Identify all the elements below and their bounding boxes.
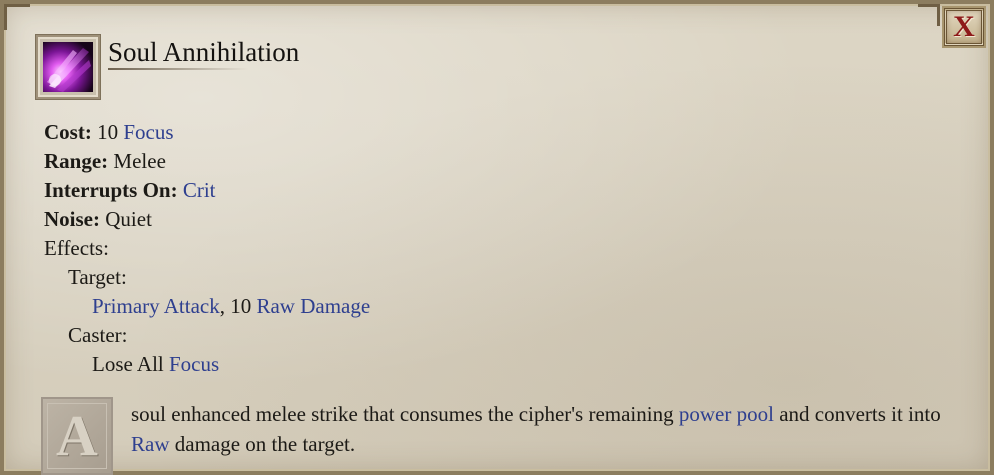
cost-label: Cost: <box>44 120 92 144</box>
description-text: and converts it into <box>773 402 941 426</box>
ability-stats: Cost: 10 Focus Range: Melee Interrupts O… <box>44 118 370 379</box>
raw-damage-link[interactable]: Raw Damage <box>256 294 370 318</box>
range-value: Melee <box>113 149 166 173</box>
ability-icon-frame <box>36 35 100 99</box>
corner-ornament <box>918 4 940 26</box>
interrupts-label: Interrupts On: <box>44 178 178 202</box>
effects-label: Effects: <box>44 236 109 260</box>
ability-description: soul enhanced melee strike that consumes… <box>131 399 951 459</box>
focus-link[interactable]: Focus <box>123 120 173 144</box>
close-button[interactable]: X <box>944 8 984 46</box>
caster-effect: Lose All Focus <box>44 350 370 379</box>
noise-label: Noise: <box>44 207 100 231</box>
drop-cap-inner-frame: A <box>47 403 107 469</box>
range-row: Range: Melee <box>44 147 370 176</box>
drop-cap-glyph: A <box>56 403 98 468</box>
title-underline <box>108 68 248 70</box>
focus-link-caster[interactable]: Focus <box>169 352 219 376</box>
noise-value: Quiet <box>105 207 152 231</box>
cost-row: Cost: 10 Focus <box>44 118 370 147</box>
noise-row: Noise: Quiet <box>44 205 370 234</box>
description-text: damage on the target. <box>169 432 356 456</box>
ability-title: Soul Annihilation <box>108 37 300 67</box>
caster-label: Caster: <box>68 323 128 347</box>
crit-link[interactable]: Crit <box>183 178 216 202</box>
soul-annihilation-icon <box>43 42 93 92</box>
target-effect-separator: , 10 <box>219 294 257 318</box>
caster-effect-prefix: Lose All <box>92 352 169 376</box>
corner-ornament <box>4 4 30 30</box>
interrupts-row: Interrupts On: Crit <box>44 176 370 205</box>
range-label: Range: <box>44 149 109 173</box>
description-text: soul enhanced melee strike that consumes… <box>131 402 679 426</box>
target-effect: Primary Attack, 10 Raw Damage <box>44 292 370 321</box>
power-pool-link[interactable]: power pool <box>679 402 774 426</box>
drop-cap-letter: A <box>41 397 113 475</box>
primary-attack-link[interactable]: Primary Attack <box>92 294 220 318</box>
ability-tooltip-panel: X Soul Annihilation Cost: 10 Focus Range… <box>0 0 994 475</box>
close-icon: X <box>953 10 975 43</box>
raw-link[interactable]: Raw <box>131 432 170 456</box>
target-label: Target: <box>68 265 127 289</box>
cost-amount: 10 <box>97 120 119 144</box>
